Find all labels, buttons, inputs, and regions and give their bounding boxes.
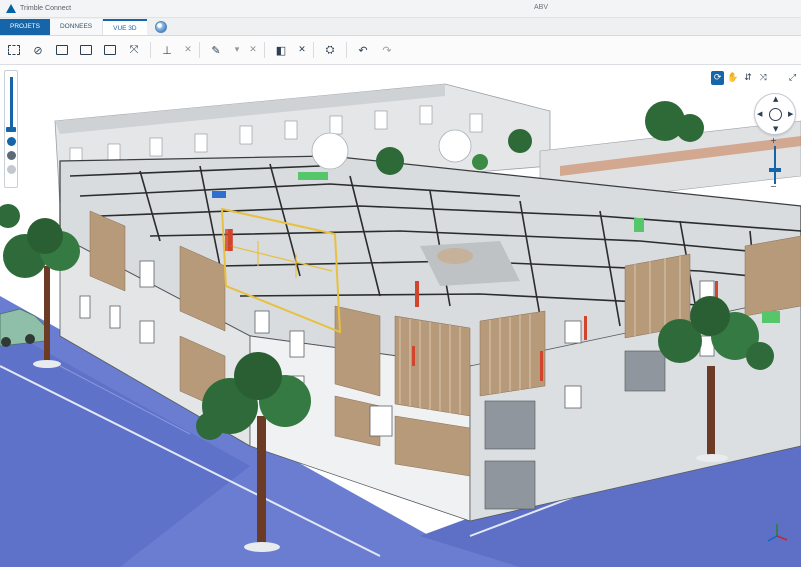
fit-icon[interactable]: ⤧ <box>126 42 142 58</box>
section-box-icon[interactable] <box>102 42 118 58</box>
3d-viewport[interactable] <box>0 66 801 567</box>
markup-icon[interactable]: ✎ <box>208 42 224 58</box>
app-title: Trimble Connect <box>20 5 72 12</box>
trimble-logo-icon <box>6 3 16 14</box>
zoom-track <box>774 146 776 184</box>
close-icon[interactable]: ✕ <box>183 42 193 58</box>
tab-donnees[interactable]: DONNEES <box>49 19 104 35</box>
tab-bar: PROJETS DONNEES VUE 3D <box>0 18 801 36</box>
toolbar-divider <box>346 42 347 58</box>
toolbar-divider <box>199 42 200 58</box>
globe-icon[interactable] <box>154 21 167 33</box>
orbit-center-icon[interactable] <box>769 108 782 121</box>
arrow-left-icon[interactable]: ◀ <box>757 110 762 118</box>
undo-icon[interactable]: ↶ <box>355 42 371 58</box>
fullscreen-icon[interactable]: ⤢ <box>786 71 799 85</box>
section-icon[interactable] <box>78 42 94 58</box>
measure-icon[interactable]: ⊥ <box>159 42 175 58</box>
viewpoint-icon[interactable]: ⛭ <box>322 42 338 58</box>
building-model-render <box>0 66 801 567</box>
navigation-wheel[interactable]: ▲ ▼ ◀ ▶ <box>754 93 796 135</box>
redo-icon[interactable]: ↷ <box>379 42 395 58</box>
arrow-right-icon[interactable]: ▶ <box>788 110 793 118</box>
slider-track <box>10 77 13 127</box>
layer-icon[interactable] <box>7 137 16 146</box>
settings-icon[interactable] <box>7 165 16 174</box>
arrow-down-icon[interactable]: ▼ <box>773 125 778 133</box>
split-icon[interactable]: ◧ <box>273 42 289 58</box>
toolbar-divider <box>313 42 314 58</box>
zoom-slider[interactable]: + − <box>767 136 783 191</box>
chevron-down-icon[interactable]: ▾ <box>232 42 242 58</box>
zoom-handle[interactable] <box>769 168 781 172</box>
clipping-slider[interactable] <box>4 70 18 188</box>
rotate-icon[interactable]: ⟳ <box>711 71 725 85</box>
model-icon[interactable] <box>54 42 70 58</box>
zoom-out-icon[interactable]: − <box>770 182 777 191</box>
navigation-mode-bar: ⟳ ✋ ⇵ ⤨ ⤢ <box>711 70 799 86</box>
axis-gizmo-icon <box>767 524 788 542</box>
hide-icon[interactable]: ⊘ <box>30 42 46 58</box>
close-icon[interactable]: ✕ <box>297 42 307 58</box>
eye-icon[interactable] <box>7 151 16 160</box>
slider-handle[interactable] <box>6 127 16 132</box>
trimble-connect-window: Trimble Connect ABV PROJETS DONNEES VUE … <box>0 0 801 567</box>
zoom-in-icon[interactable]: + <box>770 136 777 145</box>
arrow-up-icon[interactable]: ▲ <box>773 95 778 103</box>
tab-vue-3d[interactable]: VUE 3D <box>103 19 147 35</box>
walk-icon[interactable]: ⇵ <box>741 71 754 85</box>
project-name: ABV <box>534 4 549 11</box>
box-select-icon[interactable] <box>6 42 22 58</box>
toolbar-divider <box>150 42 151 58</box>
close-icon[interactable]: ✕ <box>248 42 258 58</box>
title-bar: Trimble Connect ABV <box>0 0 801 18</box>
fly-icon[interactable]: ⤨ <box>757 71 770 85</box>
pan-icon[interactable]: ✋ <box>726 71 739 85</box>
tab-projets[interactable]: PROJETS <box>0 19 50 35</box>
viewer-toolbar: ⊘ ⤧ ⊥ ✕ ✎ ▾ ✕ ◧ ✕ ⛭ ↶ ↷ <box>0 36 801 65</box>
toolbar-divider <box>264 42 265 58</box>
